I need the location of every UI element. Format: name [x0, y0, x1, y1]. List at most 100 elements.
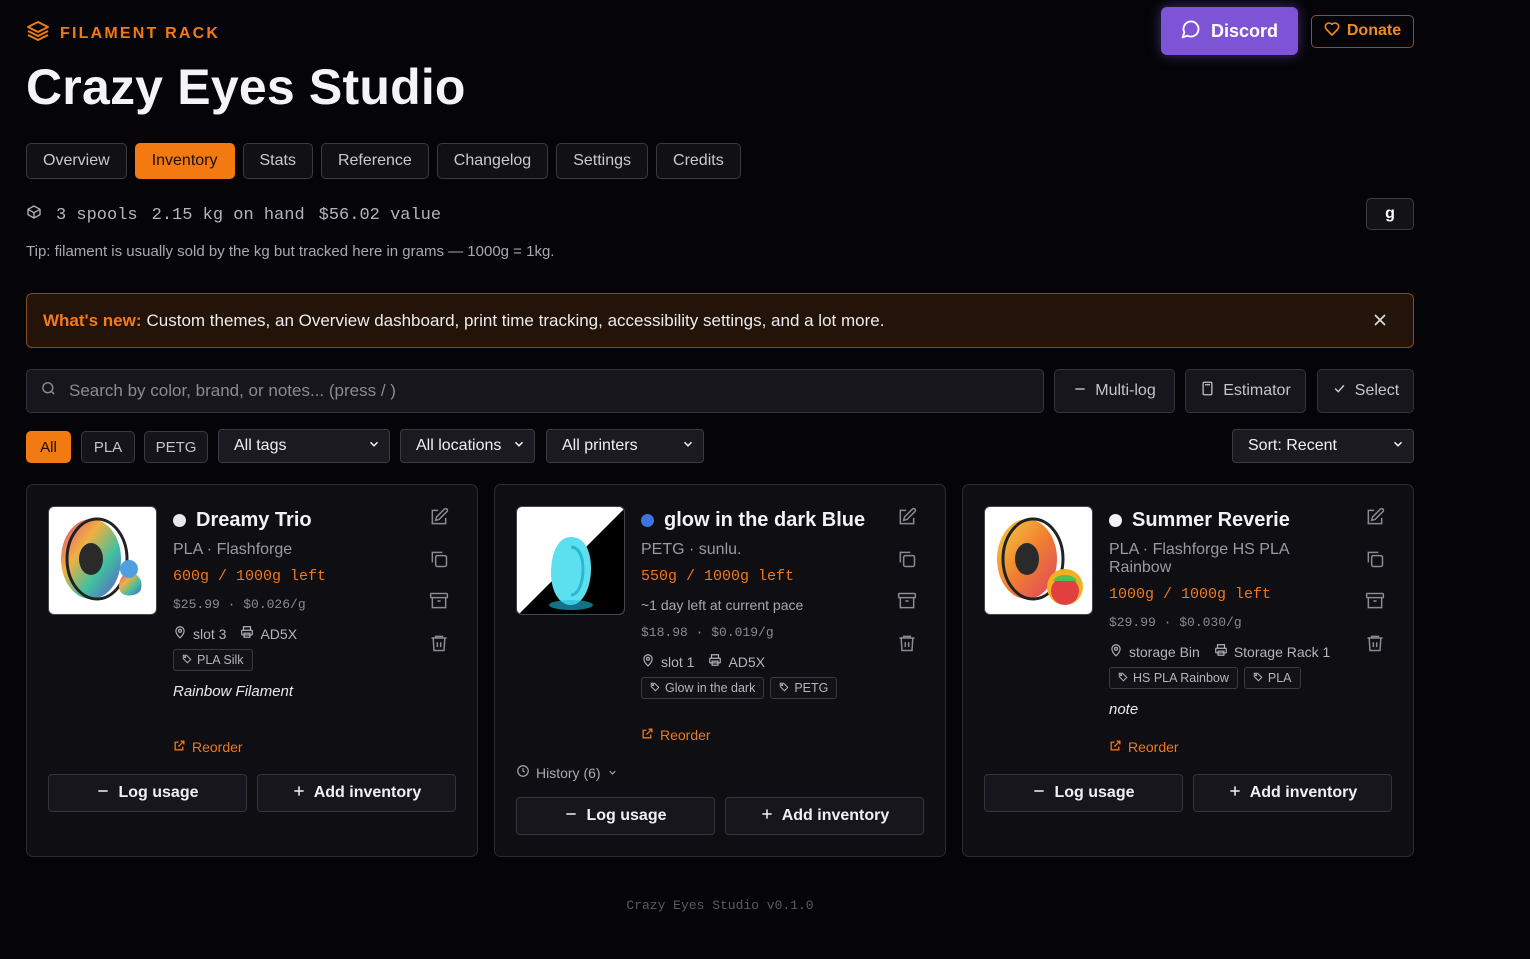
tag-badge[interactable]: PLA: [1243, 667, 1301, 689]
add-inventory-button[interactable]: Add inventory: [725, 797, 924, 835]
plus-icon: [292, 784, 306, 803]
multi-log-label: Multi-log: [1095, 382, 1156, 399]
add-inventory-label: Add inventory: [781, 807, 890, 824]
spool-printer: AD5X: [260, 625, 298, 642]
edit-icon[interactable]: [1365, 507, 1385, 532]
donate-button[interactable]: Donate: [1311, 14, 1414, 48]
duplicate-icon[interactable]: [897, 549, 917, 574]
chevron-down-icon: [512, 437, 526, 456]
select-button[interactable]: Select: [1317, 369, 1414, 413]
archive-icon[interactable]: [897, 591, 917, 616]
whats-new-banner: What's new: Custom themes, an Overview d…: [26, 293, 1414, 348]
spool-price: $25.99 · $0.026/g: [173, 597, 306, 612]
add-inventory-label: Add inventory: [313, 784, 422, 801]
sort-select[interactable]: Sort: Recent: [1232, 429, 1414, 463]
tab-changelog[interactable]: Changelog: [436, 143, 549, 179]
log-usage-button[interactable]: Log usage: [516, 797, 715, 835]
duplicate-icon[interactable]: [429, 549, 449, 574]
printer-icon: [708, 653, 722, 670]
spool-card: Summer Reverie PLA · Flashforge HS PLA R…: [962, 484, 1414, 857]
add-inventory-button[interactable]: Add inventory: [1193, 774, 1392, 812]
external-link-icon: [1109, 739, 1122, 755]
map-pin-icon: [1109, 643, 1123, 660]
printers-select-value: All printers: [562, 437, 638, 454]
footer-version: Crazy Eyes Studio v0.1.0: [626, 898, 814, 913]
inventory-value: $56.02 value: [318, 205, 442, 225]
search-input[interactable]: Search by color, brand, or notes... (pre…: [26, 369, 1044, 413]
log-usage-label: Log usage: [1054, 784, 1135, 801]
spool-price: $18.98 · $0.019/g: [641, 625, 774, 640]
tag-badge[interactable]: HS PLA Rainbow: [1109, 667, 1238, 689]
tag-icon: [1253, 671, 1263, 685]
map-pin-icon: [173, 625, 187, 642]
discord-button[interactable]: Discord: [1161, 7, 1298, 55]
spool-remaining: 550g / 1000g left: [641, 568, 795, 585]
tag-badge[interactable]: Glow in the dark: [641, 677, 765, 699]
edit-icon[interactable]: [897, 507, 917, 532]
log-usage-label: Log usage: [118, 784, 199, 801]
edit-icon[interactable]: [429, 507, 449, 532]
map-pin-icon: [641, 653, 655, 670]
tab-stats[interactable]: Stats: [242, 143, 313, 179]
filter-petg[interactable]: PETG: [144, 431, 208, 463]
tag-icon: [1118, 671, 1128, 685]
printers-select[interactable]: All printers: [546, 429, 704, 463]
trash-icon[interactable]: [429, 633, 449, 658]
search-placeholder: Search by color, brand, or notes... (pre…: [69, 381, 396, 400]
spool-price: $29.99 · $0.030/g: [1109, 615, 1242, 630]
trash-icon[interactable]: [897, 633, 917, 658]
log-usage-button[interactable]: Log usage: [984, 774, 1183, 812]
add-inventory-label: Add inventory: [1249, 784, 1358, 801]
color-dot: [1109, 514, 1122, 527]
spool-name: glow in the dark Blue: [664, 509, 866, 531]
trash-icon[interactable]: [1365, 633, 1385, 658]
multi-log-button[interactable]: Multi-log: [1054, 369, 1175, 413]
filter-all[interactable]: All: [26, 431, 71, 463]
tags-select[interactable]: All tags: [218, 429, 390, 463]
close-icon[interactable]: [1371, 311, 1389, 334]
history-toggle[interactable]: History (6): [516, 764, 618, 781]
layers-icon: [26, 19, 50, 48]
spool-location: storage Bin: [1129, 643, 1200, 660]
tag-icon: [182, 653, 192, 667]
log-usage-button[interactable]: Log usage: [48, 774, 247, 812]
minus-icon: [1073, 382, 1087, 401]
duplicate-icon[interactable]: [1365, 549, 1385, 574]
reorder-label: Reorder: [660, 727, 711, 743]
tab-credits[interactable]: Credits: [656, 143, 741, 179]
estimator-button[interactable]: Estimator: [1185, 369, 1306, 413]
reorder-link[interactable]: Reorder: [1109, 739, 1179, 755]
tab-settings[interactable]: Settings: [556, 143, 649, 179]
discord-label: Discord: [1210, 20, 1279, 41]
unit-toggle-button[interactable]: g: [1366, 198, 1414, 230]
minus-icon: [564, 807, 578, 826]
tag-badge[interactable]: PETG: [770, 677, 838, 699]
tab-overview[interactable]: Overview: [26, 143, 127, 179]
reorder-link[interactable]: Reorder: [641, 727, 711, 743]
spool-count: 3 spools: [56, 205, 138, 225]
archive-icon[interactable]: [429, 591, 449, 616]
reorder-link[interactable]: Reorder: [173, 739, 243, 755]
tab-reference[interactable]: Reference: [320, 143, 429, 179]
spool-remaining: 1000g / 1000g left: [1109, 586, 1272, 603]
brand-name: FILAMENT RACK: [60, 24, 221, 42]
chevron-down-icon: [1391, 437, 1405, 456]
tag-badge[interactable]: PLA Silk: [173, 649, 253, 671]
tag-label: PLA: [1267, 671, 1292, 685]
printer-icon: [240, 625, 254, 642]
add-inventory-button[interactable]: Add inventory: [257, 774, 456, 812]
tab-inventory[interactable]: Inventory: [134, 143, 235, 179]
spool-image: [984, 506, 1093, 615]
on-hand-weight: 2.15 kg on hand: [151, 205, 305, 225]
spool-card: glow in the dark Blue PETG · sunlu. 550g…: [494, 484, 946, 857]
sort-select-value: Sort: Recent: [1248, 437, 1337, 454]
minus-icon: [1032, 784, 1046, 803]
tag-label: PETG: [794, 681, 829, 695]
spool-printer: Storage Rack 1: [1233, 643, 1331, 660]
locations-select[interactable]: All locations: [400, 429, 535, 463]
archive-icon[interactable]: [1365, 591, 1385, 616]
filter-pla[interactable]: PLA: [81, 431, 135, 463]
calculator-icon: [1200, 381, 1215, 401]
plus-icon: [760, 807, 774, 826]
external-link-icon: [173, 739, 186, 755]
